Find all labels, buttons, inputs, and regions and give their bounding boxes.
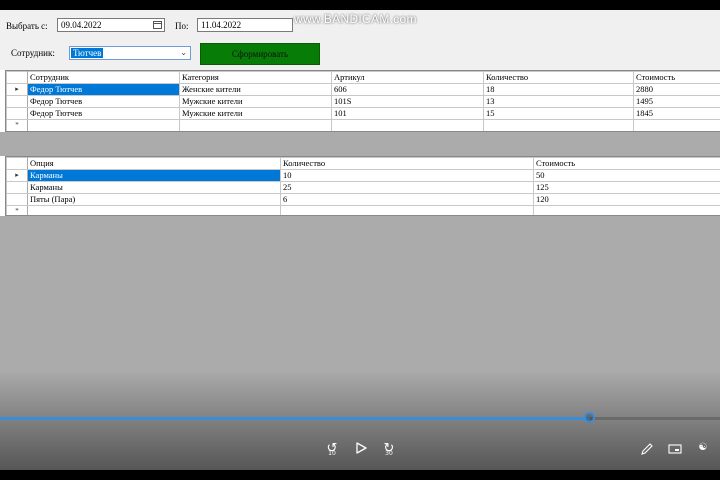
forward-seconds: 30 [385, 450, 393, 457]
table-cell[interactable]: 50 [533, 169, 720, 182]
table-row[interactable]: Пяты (Пара) 6 120 [6, 193, 720, 206]
table-cell[interactable]: 125 [533, 181, 720, 194]
table-cell[interactable] [179, 119, 332, 131]
orders-header-row: Сотрудник Категория Артикул Количество С… [6, 71, 720, 84]
forward-30-button[interactable]: ↻ 30 [381, 441, 397, 457]
table-row[interactable]: ▸ Карманы 10 50 [6, 169, 720, 182]
table-cell[interactable]: 101 [331, 107, 484, 120]
playback-speed-button[interactable]: ☯ [696, 442, 710, 456]
table-cell[interactable] [533, 205, 720, 215]
calendar-icon[interactable] [153, 21, 162, 29]
subtitles-icon [668, 444, 682, 454]
date-from-picker[interactable]: 09.04.2022 [57, 18, 165, 32]
table-cell[interactable] [280, 205, 534, 215]
table-cell[interactable]: 1845 [633, 107, 720, 120]
row-header-corner [6, 71, 28, 84]
table-cell[interactable]: 101S [331, 95, 484, 108]
table-row[interactable]: Федор Тютчев Мужские кители 101 15 1845 [6, 107, 720, 120]
table-cell[interactable]: Федор Тютчев [27, 83, 180, 96]
date-to-label: По: [175, 21, 189, 31]
row-header-corner [6, 157, 28, 170]
table-cell[interactable] [27, 205, 281, 215]
new-row[interactable]: * [6, 119, 720, 131]
table-cell[interactable]: Федор Тютчев [27, 107, 180, 120]
orders-grid[interactable]: Сотрудник Категория Артикул Количество С… [5, 70, 720, 132]
table-row[interactable]: Федор Тютчев Мужские кители 101S 13 1495 [6, 95, 720, 108]
play-icon [356, 442, 367, 454]
table-cell[interactable] [27, 119, 180, 131]
table-row[interactable]: Карманы 25 125 [6, 181, 720, 194]
new-row-asterisk-icon: * [6, 205, 28, 215]
table-row[interactable]: ▸ Федор Тютчев Женские кители 606 18 288… [6, 83, 720, 96]
row-header[interactable] [6, 95, 28, 108]
column-header[interactable]: Категория [179, 71, 332, 84]
table-cell[interactable]: 606 [331, 83, 484, 96]
date-to-picker[interactable]: 11.04.2022 [197, 18, 293, 32]
player-controls-shade [0, 370, 720, 480]
table-cell[interactable]: 6 [280, 193, 534, 206]
row-header[interactable] [6, 193, 28, 206]
seek-bar[interactable] [0, 412, 720, 423]
seek-progress [0, 417, 591, 420]
table-cell[interactable]: Федор Тютчев [27, 95, 180, 108]
chevron-down-icon[interactable]: ⌄ [180, 48, 187, 57]
table-cell[interactable]: 120 [533, 193, 720, 206]
table-cell[interactable]: Карманы [27, 181, 281, 194]
current-row-arrow-icon: ▸ [6, 83, 28, 96]
employee-label: Сотрудник: [11, 48, 55, 58]
column-header[interactable]: Стоимость [533, 157, 720, 170]
column-header[interactable]: Опция [27, 157, 281, 170]
table-cell[interactable]: Пяты (Пара) [27, 193, 281, 206]
column-header[interactable]: Количество [483, 71, 634, 84]
table-cell[interactable]: 18 [483, 83, 634, 96]
column-header[interactable]: Количество [280, 157, 534, 170]
subtitles-button[interactable] [668, 443, 682, 455]
row-header[interactable] [6, 107, 28, 120]
column-header[interactable]: Сотрудник [27, 71, 180, 84]
play-button[interactable] [353, 441, 369, 457]
employee-select[interactable]: Тютчев ⌄ [69, 46, 191, 60]
edit-pen-button[interactable] [640, 442, 654, 456]
new-row[interactable]: * [6, 205, 720, 215]
current-row-arrow-icon: ▸ [6, 169, 28, 182]
column-header[interactable]: Стоимость [633, 71, 720, 84]
table-cell[interactable] [483, 119, 634, 131]
row-header[interactable] [6, 181, 28, 194]
table-cell[interactable]: 2880 [633, 83, 720, 96]
date-to-value: 11.04.2022 [201, 20, 242, 30]
speed-icon: ☯ [698, 442, 708, 453]
orders-grid-empty-area [0, 132, 720, 156]
date-from-value: 09.04.2022 [61, 20, 102, 30]
recorder-watermark: www.BANDICAM.com [294, 12, 417, 26]
table-cell[interactable] [633, 119, 720, 131]
rewind-seconds: 10 [328, 450, 336, 457]
new-row-asterisk-icon: * [6, 119, 28, 131]
table-cell[interactable]: 10 [280, 169, 534, 182]
table-cell[interactable]: Мужские кители [179, 107, 332, 120]
rewind-10-button[interactable]: ↺ 10 [324, 441, 340, 457]
table-cell[interactable]: 15 [483, 107, 634, 120]
date-from-label: Выбрать с: [6, 21, 48, 31]
column-header[interactable]: Артикул [331, 71, 484, 84]
options-header-row: Опция Количество Стоимость [6, 157, 720, 170]
pen-icon [641, 443, 653, 455]
table-cell[interactable]: 25 [280, 181, 534, 194]
table-cell[interactable]: 13 [483, 95, 634, 108]
table-cell[interactable]: Женские кители [179, 83, 332, 96]
table-cell[interactable] [331, 119, 484, 131]
table-cell[interactable]: 1495 [633, 95, 720, 108]
employee-select-value: Тютчев [71, 48, 104, 58]
table-cell[interactable]: Мужские кители [179, 95, 332, 108]
table-cell[interactable]: Карманы [27, 169, 281, 182]
generate-button[interactable]: Сформировать [200, 43, 320, 65]
options-grid[interactable]: Опция Количество Стоимость ▸ Карманы 10 … [5, 156, 720, 216]
